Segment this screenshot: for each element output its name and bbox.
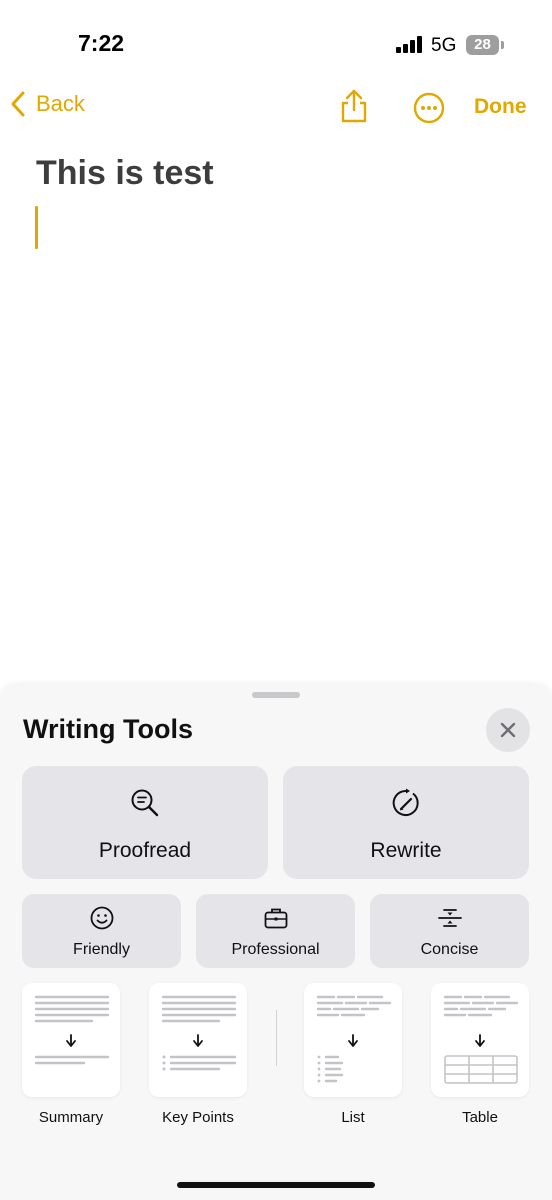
compress-icon bbox=[438, 909, 462, 927]
smiley-icon bbox=[90, 906, 114, 930]
back-label: Back bbox=[36, 91, 85, 116]
home-indicator[interactable] bbox=[177, 1182, 375, 1188]
done-button[interactable]: Done bbox=[474, 95, 527, 119]
close-button[interactable] bbox=[486, 708, 530, 752]
format-divider bbox=[276, 1010, 277, 1066]
proofread-label: Proofread bbox=[98, 839, 192, 862]
summary-label: Summary bbox=[38, 1109, 104, 1126]
note-title[interactable]: This is test bbox=[36, 154, 214, 193]
list-label: List bbox=[341, 1109, 365, 1126]
notes-screen: 7:22 5G 28 Back Done This is test Writin… bbox=[0, 0, 552, 1200]
friendly-label: Friendly bbox=[73, 941, 130, 958]
writing-tools-sheet: Writing Tools Proofread Rewrite Friendly… bbox=[0, 684, 552, 1200]
chevron-left-icon bbox=[11, 91, 25, 117]
network-type: 5G bbox=[431, 35, 457, 56]
friendly-button[interactable]: Friendly bbox=[22, 894, 181, 968]
table-label: Table bbox=[462, 1109, 498, 1126]
summary-card[interactable] bbox=[22, 983, 120, 1097]
more-button[interactable] bbox=[413, 92, 445, 129]
proofread-button[interactable]: Proofread bbox=[22, 766, 268, 879]
rewrite-label: Rewrite bbox=[370, 839, 442, 862]
key-points-thumbnail bbox=[161, 995, 237, 1071]
text-cursor bbox=[35, 206, 38, 249]
key-points-card[interactable] bbox=[149, 983, 247, 1097]
briefcase-icon bbox=[264, 908, 288, 929]
share-button[interactable] bbox=[338, 88, 370, 129]
sheet-grabber[interactable] bbox=[252, 692, 300, 698]
concise-label: Concise bbox=[420, 941, 479, 958]
concise-button[interactable]: Concise bbox=[370, 894, 529, 968]
more-icon bbox=[413, 92, 445, 124]
summary-thumbnail bbox=[34, 995, 110, 1065]
rewrite-button[interactable]: Rewrite bbox=[283, 766, 529, 879]
status-time: 7:22 bbox=[78, 30, 125, 56]
proofread-icon bbox=[131, 789, 159, 817]
table-thumbnail bbox=[443, 995, 519, 1084]
professional-label: Professional bbox=[231, 941, 320, 958]
cellular-signal-icon bbox=[396, 36, 424, 53]
back-button[interactable]: Back bbox=[10, 90, 85, 118]
sheet-title: Writing Tools bbox=[23, 714, 193, 744]
battery-nub bbox=[501, 41, 504, 49]
close-icon bbox=[500, 722, 516, 738]
list-thumbnail bbox=[316, 995, 392, 1083]
table-card[interactable] bbox=[431, 983, 529, 1097]
key-points-label: Key Points bbox=[162, 1109, 234, 1126]
battery-icon: 28 bbox=[466, 35, 499, 55]
rewrite-icon bbox=[392, 788, 419, 816]
list-card[interactable] bbox=[304, 983, 402, 1097]
professional-button[interactable]: Professional bbox=[196, 894, 355, 968]
share-icon bbox=[341, 89, 367, 123]
